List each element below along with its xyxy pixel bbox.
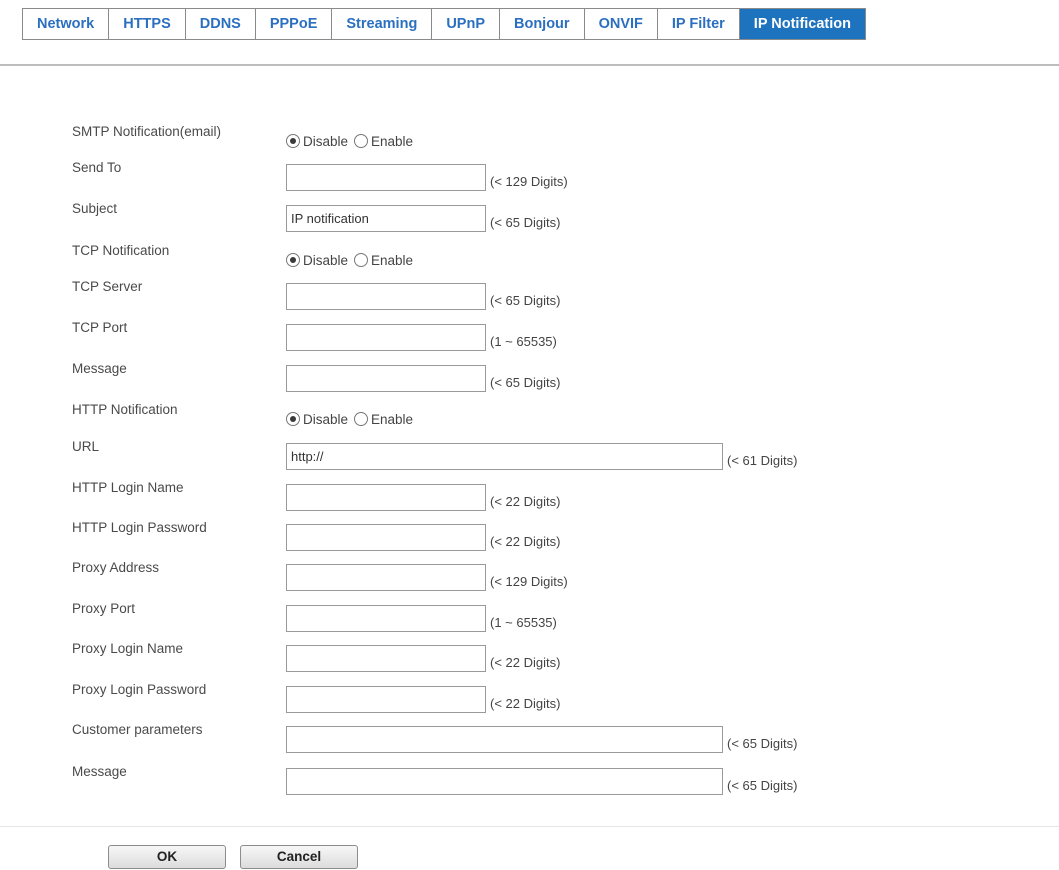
smtp-disable-radio[interactable] (286, 134, 300, 148)
tab-streaming[interactable]: Streaming (332, 9, 433, 39)
smtp-enable-label: Enable (371, 133, 414, 149)
tcp-message-input[interactable] (286, 364, 486, 392)
tab-bonjour[interactable]: Bonjour (499, 9, 585, 39)
send-to-row: Send To (< 129 Digits) (72, 160, 568, 192)
tcp-enable-radio[interactable] (354, 253, 369, 267)
http-login-name-hint: (< 22 Digits) (490, 493, 561, 509)
tcp-port-input[interactable] (286, 323, 486, 351)
tcp-notification-label: TCP Notification (72, 243, 170, 258)
tcp-disable-radio[interactable] (286, 253, 300, 267)
url-hint: (< 61 Digits) (727, 452, 798, 468)
http-notification-row: HTTP Notification Disable Enable (72, 402, 419, 434)
proxy-login-password-hint: (< 22 Digits) (490, 695, 561, 711)
subject-label: Subject (72, 201, 118, 216)
tab-pppoe[interactable]: PPPoE (255, 9, 333, 39)
tcp-server-label: TCP Server (72, 279, 143, 294)
tab-upnp[interactable]: UPnP (432, 9, 500, 39)
proxy-login-name-input[interactable] (286, 644, 486, 672)
customer-parameters-input[interactable] (286, 725, 723, 753)
proxy-port-input[interactable] (286, 604, 486, 632)
http-disable-option[interactable]: Disable (286, 412, 348, 427)
tcp-disable-option[interactable]: Disable (286, 253, 348, 268)
send-to-label: Send To (72, 160, 122, 175)
proxy-login-password-row: Proxy Login Password (< 22 Digits) (72, 682, 561, 714)
http-message-hint: (< 65 Digits) (727, 777, 798, 793)
url-input[interactable] (286, 442, 723, 470)
tab-ip-notification[interactable]: IP Notification (739, 9, 866, 39)
proxy-login-name-label: Proxy Login Name (72, 641, 184, 656)
proxy-login-password-input[interactable] (286, 685, 486, 713)
tcp-server-hint: (< 65 Digits) (490, 292, 561, 308)
proxy-address-input[interactable] (286, 563, 486, 591)
tab-bar: Network HTTPS DDNS PPPoE Streaming UPnP … (22, 8, 867, 40)
cancel-button[interactable]: Cancel (240, 845, 358, 869)
smtp-enable-radio[interactable] (354, 134, 369, 148)
proxy-login-password-label: Proxy Login Password (72, 682, 207, 697)
smtp-enable-option[interactable]: Enable (354, 134, 413, 149)
tcp-server-input[interactable] (286, 282, 486, 310)
http-enable-label: Enable (371, 411, 414, 427)
smtp-disable-label: Disable (303, 133, 349, 149)
tab-onvif[interactable]: ONVIF (584, 9, 658, 39)
http-message-row: Message (< 65 Digits) (72, 764, 798, 796)
tcp-message-row: Message (< 65 Digits) (72, 361, 561, 393)
proxy-port-row: Proxy Port (1 ~ 65535) (72, 601, 557, 633)
customer-parameters-label: Customer parameters (72, 722, 203, 737)
smtp-disable-option[interactable]: Disable (286, 134, 348, 149)
tab-https[interactable]: HTTPS (109, 9, 186, 39)
proxy-address-hint: (< 129 Digits) (490, 573, 568, 589)
ok-button[interactable]: OK (108, 845, 226, 869)
tcp-server-row: TCP Server (< 65 Digits) (72, 279, 561, 311)
http-login-name-input[interactable] (286, 483, 486, 511)
smtp-notification-radio-group: Disable Enable (286, 134, 419, 149)
tab-ddns[interactable]: DDNS (185, 9, 256, 39)
tcp-enable-label: Enable (371, 252, 414, 268)
tcp-notification-radio-group: Disable Enable (286, 253, 419, 268)
proxy-address-row: Proxy Address (< 129 Digits) (72, 560, 568, 592)
tcp-notification-row: TCP Notification Disable Enable (72, 243, 419, 275)
customer-parameters-row: Customer parameters (< 65 Digits) (72, 722, 798, 754)
url-label: URL (72, 439, 100, 454)
tcp-port-row: TCP Port (1 ~ 65535) (72, 320, 557, 352)
footer-divider (0, 826, 1059, 827)
proxy-port-label: Proxy Port (72, 601, 136, 616)
tab-ip-filter[interactable]: IP Filter (657, 9, 740, 39)
tcp-message-hint: (< 65 Digits) (490, 374, 561, 390)
subject-hint: (< 65 Digits) (490, 214, 561, 230)
http-message-input[interactable] (286, 767, 723, 795)
http-login-password-row: HTTP Login Password (< 22 Digits) (72, 520, 561, 552)
http-login-password-label: HTTP Login Password (72, 520, 207, 535)
http-enable-option[interactable]: Enable (354, 412, 413, 427)
tab-network[interactable]: Network (23, 9, 110, 39)
tcp-message-label: Message (72, 361, 127, 376)
tcp-port-label: TCP Port (72, 320, 128, 335)
http-disable-label: Disable (303, 411, 349, 427)
tcp-disable-label: Disable (303, 252, 349, 268)
http-login-name-label: HTTP Login Name (72, 480, 184, 495)
send-to-hint: (< 129 Digits) (490, 173, 568, 189)
http-message-label: Message (72, 764, 127, 779)
subject-row: Subject (< 65 Digits) (72, 201, 561, 233)
http-notification-label: HTTP Notification (72, 402, 178, 417)
http-login-password-hint: (< 22 Digits) (490, 533, 561, 549)
subject-input[interactable] (286, 204, 486, 232)
http-enable-radio[interactable] (354, 412, 369, 426)
send-to-input[interactable] (286, 163, 486, 191)
proxy-address-label: Proxy Address (72, 560, 160, 575)
proxy-login-name-row: Proxy Login Name (< 22 Digits) (72, 641, 561, 673)
url-row: URL (< 61 Digits) (72, 439, 798, 471)
smtp-notification-label: SMTP Notification(email) (72, 124, 222, 139)
header-divider (0, 64, 1059, 66)
tcp-port-hint: (1 ~ 65535) (490, 333, 557, 349)
http-login-name-row: HTTP Login Name (< 22 Digits) (72, 480, 561, 512)
http-disable-radio[interactable] (286, 412, 300, 426)
http-notification-radio-group: Disable Enable (286, 412, 419, 427)
proxy-port-hint: (1 ~ 65535) (490, 614, 557, 630)
smtp-notification-row: SMTP Notification(email) Disable Enable (72, 124, 419, 156)
proxy-login-name-hint: (< 22 Digits) (490, 654, 561, 670)
tcp-enable-option[interactable]: Enable (354, 253, 413, 268)
customer-parameters-hint: (< 65 Digits) (727, 735, 798, 751)
http-login-password-input[interactable] (286, 523, 486, 551)
